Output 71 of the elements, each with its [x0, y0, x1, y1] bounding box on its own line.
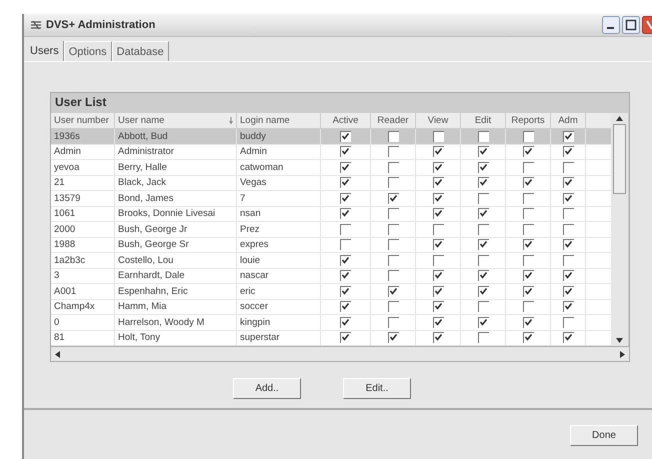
table-row[interactable]: 1936s Abbott, Bud buddy: [51, 129, 611, 144]
table-cell: 21: [54, 177, 65, 188]
table-cell: 81: [54, 332, 65, 344]
table-cell: 0: [54, 316, 60, 328]
table-cell: Bush, George Jr: [118, 224, 188, 235]
table-cell: eric: [240, 286, 256, 297]
table-cell: expres: [240, 239, 269, 250]
column-header[interactable]: Login name: [237, 113, 321, 128]
table-row[interactable]: 2000 Bush, George Jr Prez: [51, 222, 611, 238]
column-header[interactable]: User number: [51, 113, 115, 128]
table-cell: Administrator: [118, 146, 174, 158]
table-cell: 1988: [54, 239, 76, 250]
column-header[interactable]: Active: [321, 113, 371, 128]
table-cell: 7: [240, 192, 246, 204]
table-row[interactable]: 0 Harrelson, Woody M kingpin: [51, 315, 611, 330]
table-cell: buddy: [240, 130, 266, 142]
action-button[interactable]: Add..: [233, 378, 301, 399]
table-cell: yevoa: [54, 162, 80, 173]
table-cell: 1061: [54, 208, 76, 220]
table-cell: 2000: [54, 224, 76, 235]
table-cell: 3: [54, 270, 60, 282]
table-cell: A001: [54, 286, 76, 297]
tab[interactable]: Options: [64, 41, 112, 61]
table-cell: Vegas: [240, 177, 266, 188]
table-cell: Champ4x: [54, 301, 95, 312]
table-row[interactable]: yevoa Berry, Halle catwoman: [51, 160, 611, 176]
group-title: User List: [54, 94, 108, 111]
table-cell: Berry, Halle: [118, 162, 167, 173]
table-cell: 1a2b3c: [54, 254, 86, 266]
table-cell: kingpin: [240, 316, 270, 328]
table-row[interactable]: 21 Black, Jack Vegas: [51, 176, 611, 191]
table-row[interactable]: Champ4x Hamm, Mia soccer: [51, 300, 611, 315]
table-row[interactable]: A001 Espenhahn, Eric eric: [51, 284, 611, 300]
table-row[interactable]: Admin Administrator Admin: [51, 144, 611, 160]
table-cell: Earnhardt, Dale: [118, 270, 185, 282]
table-cell: Admin: [240, 146, 267, 158]
table-cell: nascar: [240, 270, 269, 282]
table-cell: Harrelson, Woody M: [118, 316, 204, 328]
column-header[interactable]: Reports: [506, 113, 551, 128]
column-header[interactable]: Reader: [371, 113, 416, 128]
table-cell: Abbott, Bud: [118, 130, 168, 142]
action-button[interactable]: Edit..: [343, 378, 411, 399]
done-button[interactable]: Done: [570, 425, 638, 446]
table-cell: Bond, James: [118, 192, 174, 204]
table-row[interactable]: 3 Earnhardt, Dale nascar: [51, 268, 611, 284]
table-row[interactable]: 13579 Bond, James 7: [51, 191, 611, 206]
table-cell: Costello, Lou: [118, 254, 174, 266]
table-cell: soccer: [240, 301, 268, 312]
table-cell: Holt, Tony: [118, 332, 160, 344]
table-row[interactable]: 1988 Bush, George Sr expres: [51, 238, 611, 253]
table-cell: nsan: [240, 208, 261, 220]
column-header[interactable]: User name: [115, 113, 237, 128]
table-cell: superstar: [240, 332, 280, 344]
column-header[interactable]: View: [416, 113, 461, 128]
table-row[interactable]: 1061 Brooks, Donnie Livesai nsan: [51, 206, 611, 222]
table-cell: louie: [240, 254, 260, 266]
column-header[interactable]: Edit: [461, 113, 506, 128]
table-cell: Hamm, Mia: [118, 301, 167, 312]
table-cell: Prez: [240, 224, 260, 235]
table-cell: Black, Jack: [118, 177, 166, 188]
table-cell: catwoman: [240, 162, 284, 173]
table-cell: Bush, George Sr: [118, 239, 189, 250]
table-cell: Espenhahn, Eric: [118, 286, 188, 297]
tab[interactable]: Database: [112, 41, 169, 61]
window-title: DVS+ Administration: [46, 19, 156, 31]
table-cell: 13579: [54, 192, 80, 204]
table-cell: Admin: [54, 146, 81, 158]
table-cell: 1936s: [54, 130, 80, 142]
table-cell: Brooks, Donnie Livesai: [118, 208, 216, 220]
column-header[interactable]: Adm: [551, 113, 586, 128]
table-row[interactable]: 1a2b3c Costello, Lou louie: [51, 253, 611, 268]
